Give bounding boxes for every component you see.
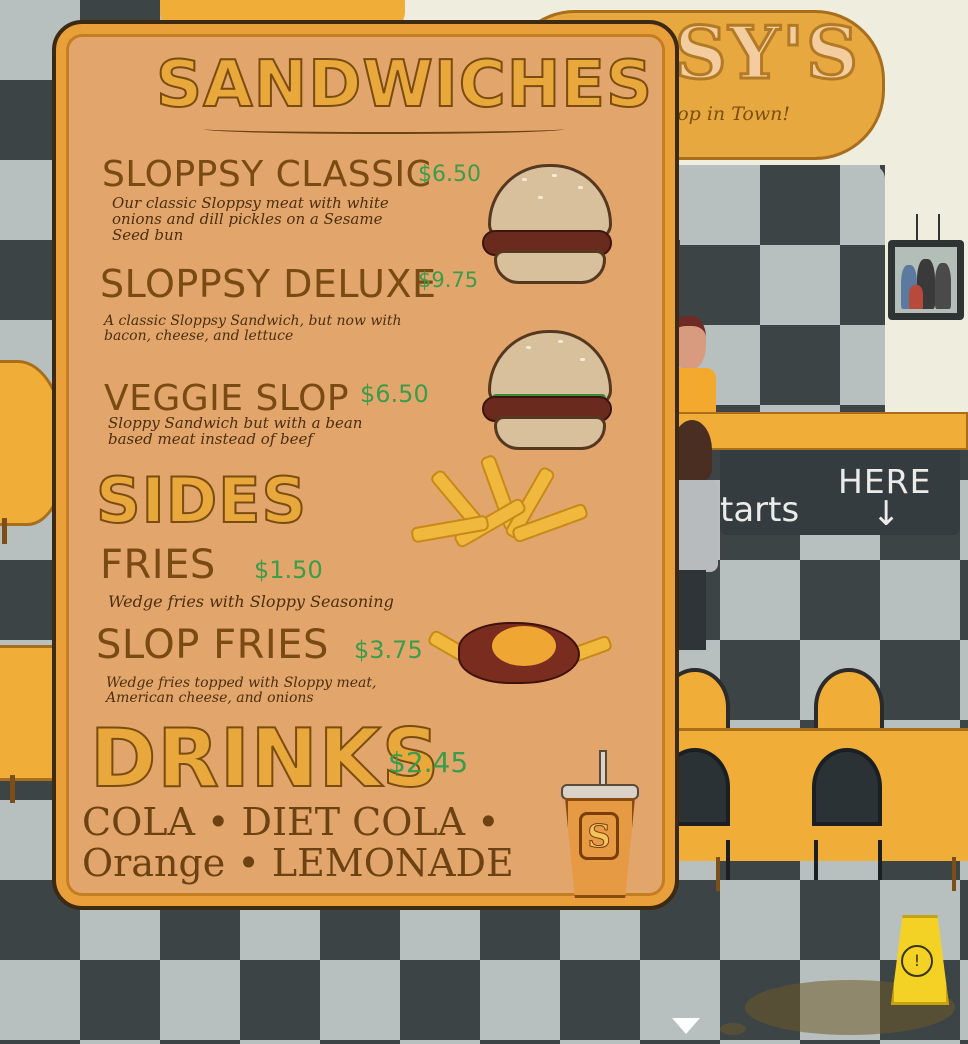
heading-underline [204, 124, 564, 134]
slop-fries-icon [426, 602, 616, 712]
menu-item-price: $9.75 [418, 268, 479, 292]
scroll-down-arrow [672, 1018, 700, 1034]
menu-item-price: $6.50 [360, 380, 429, 408]
sesame-seed [526, 346, 531, 349]
chevron-down-icon[interactable] [670, 1018, 702, 1038]
sesame-seed [558, 340, 563, 343]
table-leg [952, 857, 956, 891]
menu-item-price: $6.50 [418, 162, 481, 187]
portrait-figure [935, 263, 951, 309]
menu-item-name: SLOPPSY DELUXE [100, 262, 437, 306]
frame-hanger [916, 214, 940, 240]
sides-heading: SIDES [95, 463, 308, 538]
sesame-seed [578, 186, 583, 189]
sesame-seed [522, 178, 527, 181]
bun-top [488, 164, 612, 240]
menu-item-description: A classic Sloppsy Sandwich, but now with… [104, 313, 402, 344]
line-starts-here-sign: HERE tarts ↓ [720, 450, 960, 535]
customer-character[interactable] [672, 420, 722, 650]
menu-item-price: $3.75 [354, 636, 423, 664]
fries-icon [410, 453, 602, 574]
sesame-seed [538, 196, 543, 199]
menu-item-description: Wedge fries with Sloppy Seasoning [108, 592, 394, 611]
burger-icon [482, 330, 614, 460]
sandwiches-heading: SANDWICHES [155, 47, 654, 123]
menu-item-name: VEGGIE SLOP [104, 378, 350, 419]
cup-logo: S [579, 812, 619, 860]
customer-pants [676, 570, 706, 650]
menu-item-description: Sloppy Sandwich but with a bean based me… [108, 414, 363, 448]
family-portrait [895, 247, 957, 313]
menu-item-name: SLOP FRIES [96, 622, 329, 668]
bun-bottom [494, 250, 606, 284]
menu-item-price: $1.50 [254, 556, 323, 584]
portrait-figure [909, 285, 923, 309]
menu-item-description: Our classic Sloppsy meat with white onio… [112, 194, 389, 244]
cheese-topping [492, 626, 556, 666]
menu-item-name: FRIES [100, 542, 216, 588]
arrow-down-icon: ↓ [872, 494, 901, 534]
logo-tagline: op in Town! [677, 103, 790, 125]
sesame-seed [580, 358, 585, 361]
menu-board[interactable]: SANDWICHES SLOPPSY CLASSIC $6.50 Our cla… [52, 20, 679, 910]
warning-icon: ! [901, 945, 933, 977]
wet-floor-sign-icon: ! [885, 915, 949, 1007]
floor-puddle [720, 1023, 746, 1035]
wall-picture-frame [888, 214, 964, 320]
table-leg [2, 518, 7, 544]
sign-starts-text: tarts [720, 490, 800, 530]
menu-item-description: Wedge fries topped with Sloppy meat, Ame… [106, 675, 377, 706]
drink-cup-icon: S [561, 750, 639, 900]
menu-item-name: SLOPPSY CLASSIC [102, 154, 432, 195]
burger-icon [482, 164, 614, 294]
bun-bottom [494, 416, 606, 450]
table-leg [10, 775, 15, 803]
chair-legs [814, 840, 882, 880]
drinks-list: COLA • DIET COLA • Orange • LEMONADE [82, 800, 514, 886]
cup-lid [561, 784, 639, 800]
drinks-price: $2.45 [388, 746, 469, 779]
sesame-seed [552, 174, 557, 177]
dining-chair[interactable] [812, 748, 882, 826]
